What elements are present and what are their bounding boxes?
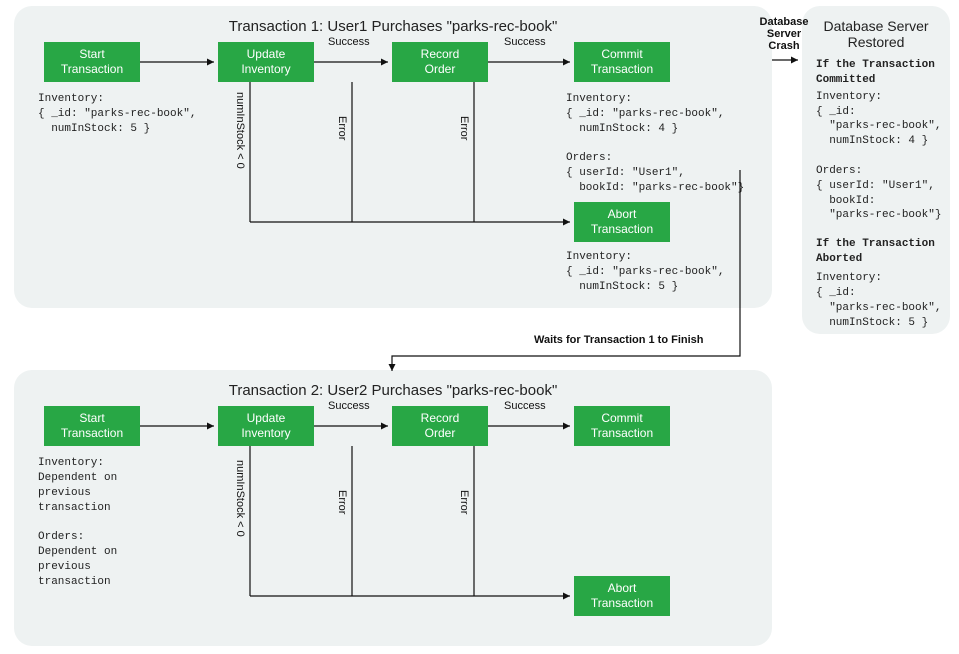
step-label: Abort Transaction	[591, 581, 653, 611]
label-numinstock-2: numInStock < 0	[234, 460, 246, 537]
step-label: Update Inventory	[241, 47, 290, 77]
label-numinstock-1: numInStock < 0	[234, 92, 246, 169]
step-update-2: Update Inventory	[218, 406, 314, 446]
step-label: Update Inventory	[241, 411, 290, 441]
side-body1: Inventory: { _id: "parks-rec-book", numI…	[816, 90, 936, 224]
panel-transaction-1: Transaction 1: User1 Purchases "parks-re…	[14, 6, 772, 308]
step-label: Start Transaction	[61, 411, 123, 441]
step-commit-1: Commit Transaction	[574, 42, 670, 82]
step-record-2: Record Order	[392, 406, 488, 446]
label-error-1a: Error	[336, 116, 348, 140]
label-success-2b: Success	[504, 400, 546, 412]
step-record-1: Record Order	[392, 42, 488, 82]
step-label: Record Order	[421, 47, 460, 77]
label-success-1a: Success	[328, 36, 370, 48]
step-commit-2: Commit Transaction	[574, 406, 670, 446]
step-start-1: Start Transaction	[44, 42, 140, 82]
panel-transaction-2: Transaction 2: User2 Purchases "parks-re…	[14, 370, 772, 646]
info-abort-1: Inventory: { _id: "parks-rec-book", numI…	[566, 250, 724, 295]
label-success-2a: Success	[328, 400, 370, 412]
side-body2: Inventory: { _id: "parks-rec-book", numI…	[816, 271, 936, 330]
label-crash: Database Server Crash	[744, 16, 824, 52]
info-commit-1: Inventory: { _id: "parks-rec-book", numI…	[566, 92, 744, 196]
side-h2: If the Transaction Aborted	[816, 237, 936, 267]
panel-2-title: Transaction 2: User2 Purchases "parks-re…	[28, 382, 758, 399]
label-error-1b: Error	[458, 116, 470, 140]
panel-database-restored: Database Server Restored If the Transact…	[802, 6, 950, 334]
label-success-1b: Success	[504, 36, 546, 48]
panel-1-title: Transaction 1: User1 Purchases "parks-re…	[28, 18, 758, 35]
side-h1: If the Transaction Committed	[816, 58, 936, 88]
info-start-1: Inventory: { _id: "parks-rec-book", numI…	[38, 92, 196, 137]
step-abort-1: Abort Transaction	[574, 202, 670, 242]
step-label: Record Order	[421, 411, 460, 441]
step-label: Start Transaction	[61, 47, 123, 77]
step-label: Commit Transaction	[591, 411, 653, 441]
step-abort-2: Abort Transaction	[574, 576, 670, 616]
label-error-2a: Error	[336, 490, 348, 514]
step-label: Commit Transaction	[591, 47, 653, 77]
step-start-2: Start Transaction	[44, 406, 140, 446]
label-error-2b: Error	[458, 490, 470, 514]
label-waits: Waits for Transaction 1 to Finish	[534, 334, 704, 346]
side-title: Database Server Restored	[816, 18, 936, 50]
step-update-1: Update Inventory	[218, 42, 314, 82]
info-start-2: Inventory: Dependent on previous transac…	[38, 456, 117, 590]
step-label: Abort Transaction	[591, 207, 653, 237]
